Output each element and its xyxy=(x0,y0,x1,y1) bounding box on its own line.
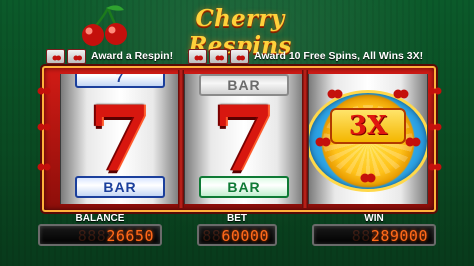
bar-symbol: BAR xyxy=(75,176,165,198)
win-label: WIN xyxy=(364,213,384,224)
cherry-icon xyxy=(37,123,51,131)
seven-symbol: 7 xyxy=(212,86,276,192)
reel-3: 3X xyxy=(308,74,428,204)
cherry-icon xyxy=(393,89,409,99)
bet-value: 60000 xyxy=(221,227,269,245)
mini-slot-icon xyxy=(188,49,207,64)
balance-meter: 88888888 26650 xyxy=(38,224,162,246)
bet-meter[interactable]: 8888888 60000 xyxy=(197,224,277,246)
cherry-icon xyxy=(37,163,51,171)
cherry-icon xyxy=(315,137,331,147)
mini-slot-icon xyxy=(230,49,249,64)
win-meter: 88888888 289000 xyxy=(312,224,436,246)
award-info-bar: Award a Respin! Award 10 Free Spins, All… xyxy=(0,49,474,65)
mini-slot-icon xyxy=(67,49,86,64)
mini-slot-icon xyxy=(209,49,228,64)
reel-2: BAR 7 BAR xyxy=(184,74,304,204)
cherry-icon xyxy=(428,87,442,95)
cherry-icon xyxy=(428,123,442,131)
seven-symbol: 7 xyxy=(88,86,152,192)
cherry-icon xyxy=(428,163,442,171)
bar-symbol: BAR xyxy=(199,176,289,198)
respin-award-text: Award a Respin! xyxy=(91,50,174,62)
cherry-pair-icon xyxy=(82,5,127,46)
cherry-icon xyxy=(327,89,343,99)
bet-label: BET xyxy=(227,213,247,224)
win-value: 289000 xyxy=(370,227,428,245)
mini-slot-icon xyxy=(46,49,65,64)
balance-label: BALANCE xyxy=(75,213,125,224)
balance-value: 26650 xyxy=(106,227,154,245)
cherry-icon xyxy=(405,137,421,147)
cherry-icon xyxy=(37,87,51,95)
free-spins-award-text: Award 10 Free Spins, All Wins 3X! xyxy=(254,50,424,62)
cherry-icon xyxy=(360,173,376,183)
reel-1: 7 7 BAR xyxy=(60,74,180,204)
multiplier-symbol: 3X xyxy=(330,108,406,144)
